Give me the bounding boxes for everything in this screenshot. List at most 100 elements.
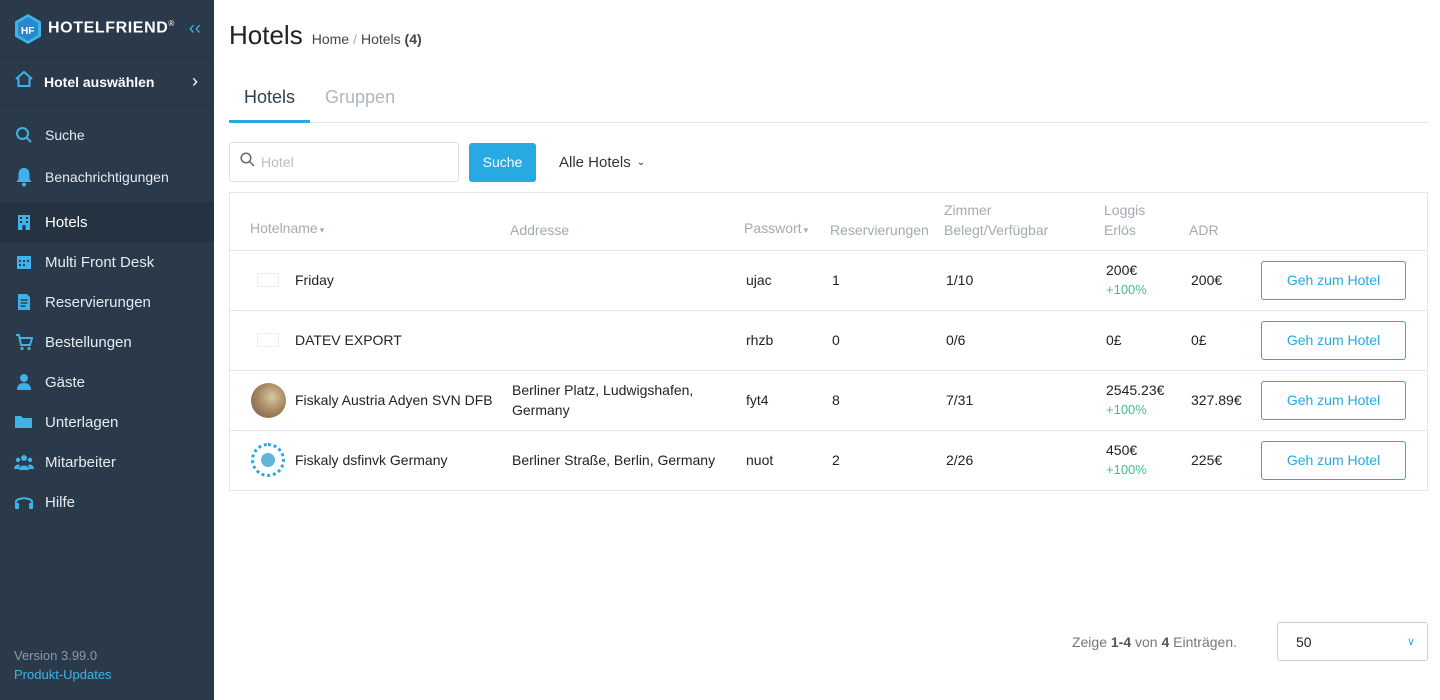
person-icon bbox=[14, 372, 34, 392]
hotel-address bbox=[510, 310, 744, 371]
hotel-filter-dropdown[interactable]: Alle Hotels ⌄ bbox=[559, 154, 645, 171]
collapse-sidebar-icon[interactable]: ‹‹ bbox=[189, 18, 201, 39]
hotel-rooms: 1/10 bbox=[944, 250, 1104, 311]
table-row: DATEV EXPORT rhzb 0 0/6 0£ 0£ Geh zum Ho… bbox=[230, 310, 1427, 371]
sidebar-item-multi-front-desk[interactable]: Multi Front Desk bbox=[0, 242, 214, 282]
table-row: Friday ujac 1 1/10 200€ +100% 200€ Geh zu… bbox=[230, 250, 1427, 311]
sidebar-item-label: Bestellungen bbox=[45, 333, 132, 351]
table-header-row: Hotelname ▾ Addresse Passwort ▾ Reservieru… bbox=[230, 193, 1427, 251]
sidebar-item-label: Suche bbox=[45, 127, 85, 143]
hotel-select-label: Hotel auswählen bbox=[44, 73, 155, 90]
main-content: Hotels Home/Hotels (4) Hotels Gruppen Su… bbox=[229, 0, 1428, 700]
hotel-select[interactable]: Hotel auswählen › bbox=[0, 58, 214, 106]
table-row: Fiskaly Austria Adyen SVN DFB Berliner P… bbox=[230, 370, 1427, 431]
sidebar-item-hotels[interactable]: Hotels bbox=[0, 202, 214, 242]
sidebar-item-suche[interactable]: Suche bbox=[0, 114, 214, 156]
go-to-hotel-button[interactable]: Geh zum Hotel bbox=[1261, 440, 1406, 480]
sidebar-item-gaeste[interactable]: Gäste bbox=[0, 362, 214, 402]
sidebar-item-bestellungen[interactable]: Bestellungen bbox=[0, 322, 214, 362]
search-field[interactable] bbox=[229, 142, 459, 182]
sidebar-item-label: Multi Front Desk bbox=[45, 253, 155, 271]
hotel-address: Berliner Straße, Berlin, Germany bbox=[512, 452, 716, 469]
page-header: Hotels Home / Hotels (4) bbox=[229, 20, 422, 51]
sort-caret-icon: ▾ bbox=[803, 224, 809, 235]
column-revenue: Loggis Erlös bbox=[1104, 193, 1189, 251]
hotel-reservations: 8 bbox=[830, 370, 944, 431]
hotel-adr: 0£ bbox=[1189, 310, 1261, 371]
breadcrumb: Home / Hotels (4) bbox=[311, 31, 422, 47]
column-password[interactable]: Passwort ▾ bbox=[744, 193, 830, 251]
document-icon bbox=[14, 292, 34, 312]
column-address: Addresse bbox=[510, 193, 744, 251]
column-hotelname[interactable]: Hotelname ▾ bbox=[230, 193, 510, 251]
column-action bbox=[1261, 193, 1427, 251]
search-row: Suche Alle Hotels ⌄ bbox=[229, 142, 645, 182]
hotel-revenue: 2545.23€ +100% bbox=[1104, 370, 1189, 431]
hotel-address bbox=[510, 250, 744, 311]
home-icon bbox=[14, 70, 34, 93]
breadcrumb-home[interactable]: Home bbox=[312, 31, 349, 47]
sidebar-item-label: Benachrichtigungen bbox=[45, 169, 169, 185]
hotels-table: Hotelname ▾ Addresse Passwort ▾ Reservieru… bbox=[229, 192, 1428, 491]
hotel-address: Berliner Platz, Ludwigshafen, Germany bbox=[510, 370, 744, 431]
hotelfriend-logo-icon[interactable]: HF bbox=[14, 13, 42, 45]
hotel-photo-avatar bbox=[250, 382, 286, 418]
chevron-down-icon: ⌄ bbox=[636, 156, 646, 168]
team-icon bbox=[14, 452, 34, 472]
hotel-building-icon bbox=[14, 212, 34, 232]
tab-hotels[interactable]: Hotels bbox=[229, 78, 311, 123]
go-to-hotel-button[interactable]: Geh zum Hotel bbox=[1261, 380, 1406, 420]
tab-gruppen[interactable]: Gruppen bbox=[310, 78, 410, 123]
brand-name: HOTELFRIEND® bbox=[48, 19, 175, 37]
revenue-change: +100% bbox=[1106, 462, 1147, 478]
sidebar-item-label: Reservierungen bbox=[45, 293, 151, 311]
hotel-name: Fiskaly Austria Adyen SVN DFB bbox=[295, 392, 493, 408]
hotel-adr: 225€ bbox=[1191, 452, 1223, 469]
sidebar-item-label: Hilfe bbox=[45, 493, 76, 511]
page-size-value: 50 bbox=[1296, 633, 1312, 650]
go-to-hotel-button[interactable]: Geh zum Hotel bbox=[1261, 320, 1406, 360]
sidebar-item-mitarbeiter[interactable]: Mitarbeiter bbox=[0, 442, 214, 482]
sidebar-footer: Version 3.99.0 Produkt-Updates bbox=[14, 648, 112, 682]
hotel-adr: 200€ bbox=[1189, 250, 1261, 311]
cart-icon bbox=[14, 332, 34, 352]
breadcrumb-count: (4) bbox=[404, 31, 422, 47]
hotel-search-input[interactable] bbox=[261, 154, 441, 170]
sidebar-item-benachrichtigungen[interactable]: Benachrichtigungen bbox=[0, 156, 214, 198]
sort-caret-icon: ▾ bbox=[319, 224, 325, 235]
hotel-reservations: 1 bbox=[830, 250, 944, 311]
sidebar-item-unterlagen[interactable]: Unterlagen bbox=[0, 402, 214, 442]
hotel-password: fyt4 bbox=[744, 370, 830, 431]
hotel-adr: 327.89€ bbox=[1189, 370, 1261, 431]
table-row: Fiskaly dsfinvk Germany Berliner Straße,… bbox=[230, 430, 1427, 490]
sidebar-item-hilfe[interactable]: Hilfe bbox=[0, 482, 214, 522]
brand-bar: HF HOTELFRIEND® ‹‹ bbox=[0, 0, 214, 58]
hotel-revenue: 200€ +100% bbox=[1104, 250, 1189, 311]
hotel-revenue: 450€ +100% bbox=[1104, 430, 1189, 490]
product-updates-link[interactable]: Produkt-Updates bbox=[14, 667, 112, 682]
hotel-filter-label: Alle Hotels bbox=[559, 153, 631, 171]
page-title: Hotels bbox=[229, 20, 303, 50]
hotel-name: DATEV EXPORT bbox=[295, 332, 402, 348]
pagination-info: Zeige 1-4 von 4 Einträgen. bbox=[1071, 633, 1237, 650]
sidebar: HF HOTELFRIEND® ‹‹ Hotel auswählen › Suc… bbox=[0, 0, 214, 700]
sidebar-item-reservierungen[interactable]: Reservierungen bbox=[0, 282, 214, 322]
svg-text:HF: HF bbox=[21, 26, 34, 37]
chevron-right-icon: › bbox=[192, 71, 198, 91]
page-size-select[interactable]: 50 ∨ bbox=[1277, 622, 1428, 661]
chevron-down-icon: ∨ bbox=[1406, 636, 1415, 648]
go-to-hotel-button[interactable]: Geh zum Hotel bbox=[1261, 260, 1406, 300]
revenue-change: +100% bbox=[1106, 282, 1147, 297]
revenue-change: +100% bbox=[1106, 402, 1147, 417]
hotel-rooms: 2/26 bbox=[946, 452, 974, 469]
column-rooms: Zimmer Belegt/Verfügbar bbox=[944, 193, 1104, 251]
search-icon bbox=[240, 152, 255, 172]
hotel-rooms: 0/6 bbox=[944, 310, 1104, 371]
bell-icon bbox=[14, 167, 34, 187]
search-button[interactable]: Suche bbox=[469, 142, 536, 182]
hotel-password: rhzb bbox=[744, 310, 830, 371]
hotel-rooms: 7/31 bbox=[944, 370, 1104, 431]
folder-icon bbox=[14, 412, 34, 432]
headset-icon bbox=[14, 492, 34, 512]
version-label: Version 3.99.0 bbox=[14, 648, 98, 663]
